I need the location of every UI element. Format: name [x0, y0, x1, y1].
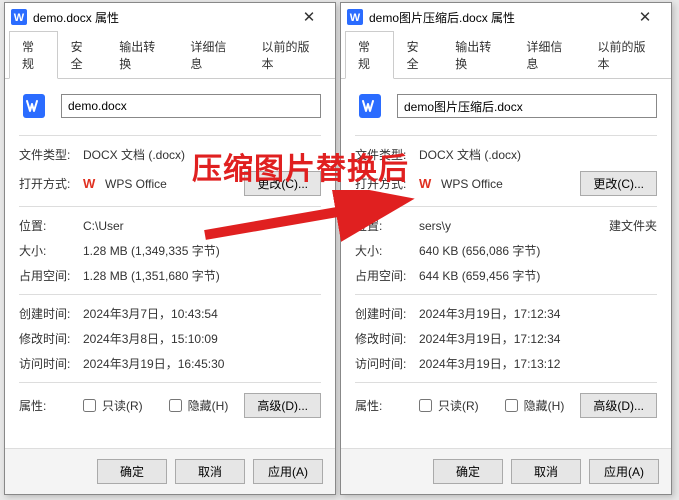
- apply-button[interactable]: 应用(A): [589, 459, 659, 484]
- wps-icon: W: [419, 176, 435, 192]
- openwith-label: 打开方式:: [355, 175, 419, 192]
- hidden-checkbox[interactable]: [169, 399, 182, 412]
- content-pane: 文件类型:DOCX 文档 (.docx) 打开方式: W WPS Office …: [5, 79, 335, 448]
- change-button[interactable]: 更改(C)...: [244, 171, 321, 196]
- change-button[interactable]: 更改(C)...: [580, 171, 657, 196]
- openwith-value: W WPS Office: [419, 176, 580, 192]
- modified-value: 2024年3月8日，15:10:09: [83, 330, 321, 347]
- apply-button[interactable]: 应用(A): [253, 459, 323, 484]
- sizeondisk-label: 占用空间:: [19, 267, 83, 284]
- ok-button[interactable]: 确定: [97, 459, 167, 484]
- word-icon: W: [347, 9, 363, 25]
- svg-text:W: W: [350, 12, 361, 24]
- filename-input[interactable]: [397, 94, 657, 118]
- titlebar: W demo图片压缩后.docx 属性 ✕: [341, 3, 671, 31]
- properties-dialog-left: W demo.docx 属性 ✕ 常规 安全 输出转换 详细信息 以前的版本 文…: [4, 2, 336, 495]
- close-button[interactable]: ✕: [289, 8, 329, 26]
- tab-output[interactable]: 输出转换: [442, 31, 513, 79]
- tab-security[interactable]: 安全: [394, 31, 443, 79]
- size-value: 640 KB (656,086 字节): [419, 242, 657, 259]
- cancel-button[interactable]: 取消: [511, 459, 581, 484]
- window-title: demo图片压缩后.docx 属性: [369, 9, 625, 26]
- close-button[interactable]: ✕: [625, 8, 665, 26]
- advanced-button[interactable]: 高级(D)...: [244, 393, 321, 418]
- cancel-button[interactable]: 取消: [175, 459, 245, 484]
- modified-label: 修改时间:: [355, 330, 419, 347]
- document-icon: [19, 91, 49, 121]
- wps-icon: W: [83, 176, 99, 192]
- readonly-checkbox[interactable]: [83, 399, 96, 412]
- tab-security[interactable]: 安全: [58, 31, 107, 79]
- filetype-value: DOCX 文档 (.docx): [83, 146, 321, 163]
- openwith-value: W WPS Office: [83, 176, 244, 192]
- created-label: 创建时间:: [355, 305, 419, 322]
- tabs: 常规 安全 输出转换 详细信息 以前的版本: [5, 31, 335, 79]
- hidden-checkbox-label[interactable]: 隐藏(H): [169, 397, 229, 414]
- properties-dialog-right: W demo图片压缩后.docx 属性 ✕ 常规 安全 输出转换 详细信息 以前…: [340, 2, 672, 495]
- location-value: sers\y建文件夹: [419, 217, 657, 234]
- svg-text:W: W: [14, 12, 25, 24]
- attributes-label: 属性:: [355, 397, 419, 414]
- tab-general[interactable]: 常规: [345, 31, 394, 79]
- size-label: 大小:: [19, 242, 83, 259]
- filetype-value: DOCX 文档 (.docx): [419, 146, 657, 163]
- tab-previous[interactable]: 以前的版本: [249, 31, 331, 79]
- location-label: 位置:: [19, 217, 83, 234]
- hidden-checkbox-label[interactable]: 隐藏(H): [505, 397, 565, 414]
- attributes-value: 只读(R) 隐藏(H): [419, 397, 580, 414]
- tab-output[interactable]: 输出转换: [106, 31, 177, 79]
- location-value: C:\User: [83, 219, 321, 233]
- sizeondisk-label: 占用空间:: [355, 267, 419, 284]
- accessed-label: 访问时间:: [19, 355, 83, 372]
- tab-previous[interactable]: 以前的版本: [585, 31, 667, 79]
- accessed-value: 2024年3月19日，17:13:12: [419, 355, 657, 372]
- accessed-label: 访问时间:: [355, 355, 419, 372]
- sizeondisk-value: 1.28 MB (1,351,680 字节): [83, 267, 321, 284]
- dialog-buttons: 确定 取消 应用(A): [5, 448, 335, 494]
- dialog-buttons: 确定 取消 应用(A): [341, 448, 671, 494]
- filename-input[interactable]: [61, 94, 321, 118]
- readonly-checkbox-label[interactable]: 只读(R): [419, 397, 479, 414]
- attributes-label: 属性:: [19, 397, 83, 414]
- location-label: 位置:: [355, 217, 419, 234]
- sizeondisk-value: 644 KB (659,456 字节): [419, 267, 657, 284]
- tab-detail[interactable]: 详细信息: [177, 31, 248, 79]
- created-label: 创建时间:: [19, 305, 83, 322]
- filetype-label: 文件类型:: [355, 146, 419, 163]
- document-icon: [355, 91, 385, 121]
- readonly-checkbox[interactable]: [419, 399, 432, 412]
- ok-button[interactable]: 确定: [433, 459, 503, 484]
- size-label: 大小:: [355, 242, 419, 259]
- window-title: demo.docx 属性: [33, 9, 289, 26]
- content-pane: 文件类型:DOCX 文档 (.docx) 打开方式: W WPS Office …: [341, 79, 671, 448]
- tabs: 常规 安全 输出转换 详细信息 以前的版本: [341, 31, 671, 79]
- attributes-value: 只读(R) 隐藏(H): [83, 397, 244, 414]
- modified-label: 修改时间:: [19, 330, 83, 347]
- tab-general[interactable]: 常规: [9, 31, 58, 79]
- tab-detail[interactable]: 详细信息: [513, 31, 584, 79]
- accessed-value: 2024年3月19日，16:45:30: [83, 355, 321, 372]
- word-icon: W: [11, 9, 27, 25]
- titlebar: W demo.docx 属性 ✕: [5, 3, 335, 31]
- modified-value: 2024年3月19日，17:12:34: [419, 330, 657, 347]
- created-value: 2024年3月19日，17:12:34: [419, 305, 657, 322]
- size-value: 1.28 MB (1,349,335 字节): [83, 242, 321, 259]
- advanced-button[interactable]: 高级(D)...: [580, 393, 657, 418]
- filetype-label: 文件类型:: [19, 146, 83, 163]
- openwith-label: 打开方式:: [19, 175, 83, 192]
- created-value: 2024年3月7日，10:43:54: [83, 305, 321, 322]
- readonly-checkbox-label[interactable]: 只读(R): [83, 397, 143, 414]
- hidden-checkbox[interactable]: [505, 399, 518, 412]
